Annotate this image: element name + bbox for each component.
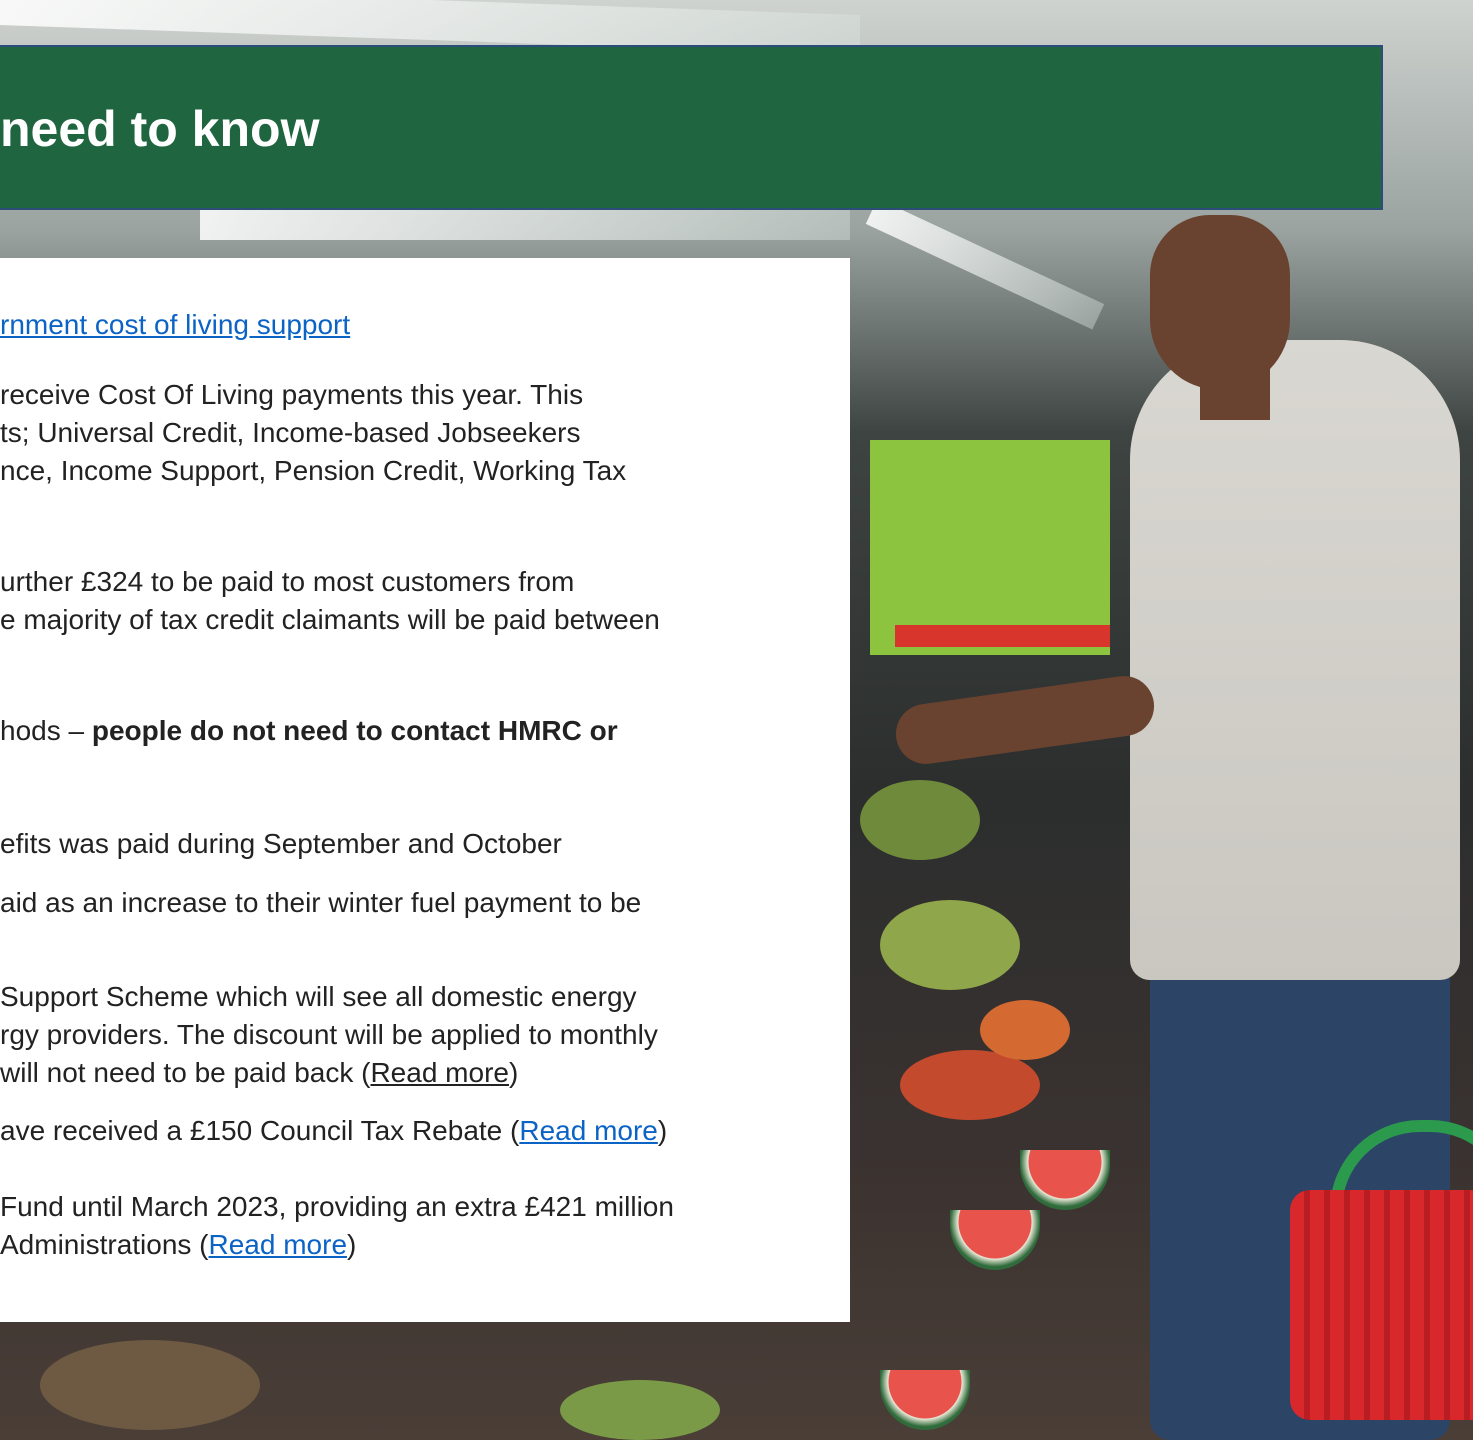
red-price-strip [895,625,1110,647]
cost-of-living-support-link[interactable]: rnment cost of living support [0,309,350,340]
paragraph-line: Support Scheme which will see all domest… [0,981,637,1012]
paragraph-line: hods – people do not need to contact HMR… [0,714,618,748]
para8-suffix: ) [347,1229,357,1260]
produce [860,780,980,860]
paragraph-line: aid as an increase to their winter fuel … [0,887,642,918]
green-shelf-sign [870,440,1110,655]
produce [40,1340,260,1430]
produce [880,900,1020,990]
support-link-line: rnment cost of living support [0,308,350,342]
paragraph-line: will not need to be paid back (Read more… [0,1056,518,1090]
para6-suffix: ) [508,1057,519,1088]
watermelon-slice [950,1210,1040,1270]
read-more-energy-link[interactable]: Read more [370,1057,509,1088]
title-banner: need to know [0,45,1383,210]
content-panel: rnment cost of living support receive Co… [0,258,850,1322]
person-head [1150,215,1290,390]
person-shirt [1130,340,1460,980]
paragraph-line: e majority of tax credit claimants will … [0,604,660,635]
paragraph-line: rgy providers. The discount will be appl… [0,1019,658,1050]
paragraph-line: Administrations (Read more) [0,1228,356,1262]
paragraph-line: ave received a £150 Council Tax Rebate (… [0,1114,667,1148]
page-title: need to know [0,101,320,157]
para6-prefix: will not need to be paid back ( [0,1057,371,1088]
para7-prefix: ave received a £150 Council Tax Rebate ( [0,1115,520,1146]
read-more-council-tax-link[interactable]: Read more [519,1115,658,1146]
shelf-light [865,198,1105,330]
produce [980,1000,1070,1060]
shopping-basket [1290,1190,1473,1420]
paragraph-line: nce, Income Support, Pension Credit, Wor… [0,455,627,486]
paragraph-line: efits was paid during September and Octo… [0,828,562,859]
produce [900,1050,1040,1120]
person-arm [892,672,1158,768]
shelf-light [200,210,850,240]
para8-prefix: Administrations ( [0,1229,209,1260]
paragraph-line: Fund until March 2023, providing an extr… [0,1191,674,1222]
paragraph-line: urther £324 to be paid to most customers… [0,566,575,597]
paragraph-line: ts; Universal Credit, Income-based Jobse… [0,417,581,448]
para7-suffix: ) [657,1115,668,1146]
read-more-household-fund-link[interactable]: Read more [209,1229,348,1260]
para3-prefix: hods – [0,715,92,746]
watermelon-slice [880,1370,970,1430]
produce [560,1380,720,1440]
watermelon-slice [1020,1150,1110,1210]
paragraph-line: receive Cost Of Living payments this yea… [0,379,584,410]
para3-bold: people do not need to contact HMRC or [91,715,618,746]
